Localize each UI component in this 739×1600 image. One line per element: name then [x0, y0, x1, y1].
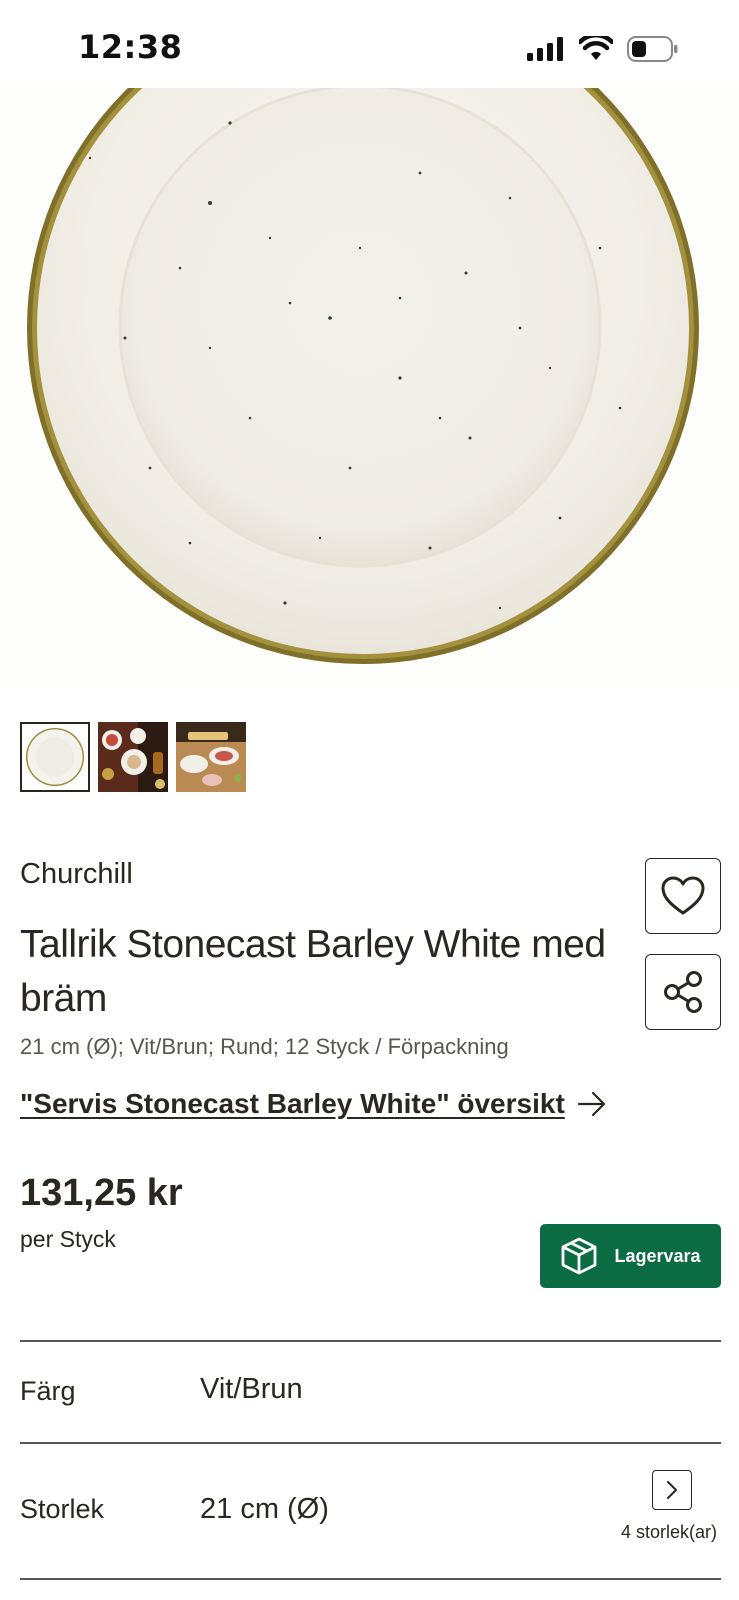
- thumbnail-plate-white[interactable]: [20, 722, 90, 792]
- plate-illustration: [0, 88, 739, 688]
- product-title: Tallrik Stonecast Barley White med bräm: [20, 923, 606, 1020]
- thumbnail-gallery: [20, 722, 246, 792]
- size-count: 4 storlek(ar): [620, 1522, 717, 1542]
- favorite-button[interactable]: [645, 858, 721, 934]
- heart-icon: [661, 876, 705, 915]
- series-overview-link[interactable]: "Servis Stonecast Barley White" översikt: [20, 1088, 607, 1120]
- size-selector-button[interactable]: [652, 1470, 692, 1510]
- share-button[interactable]: [645, 954, 721, 1030]
- thumbnail-table-setting-wood[interactable]: [176, 722, 246, 792]
- share-icon: [664, 971, 702, 1013]
- color-value: Vit/Brun: [200, 1373, 303, 1405]
- stock-status-label: Lagervara: [614, 1245, 701, 1266]
- price-unit: per Styck: [20, 1226, 116, 1252]
- product-hero-image[interactable]: [0, 88, 739, 688]
- size-label: Storlek: [20, 1494, 105, 1524]
- color-label: Färg: [20, 1376, 76, 1406]
- divider: [20, 1578, 721, 1580]
- box-icon: [562, 1237, 597, 1275]
- product-brand[interactable]: Churchill: [20, 858, 133, 891]
- table-setting-thumbnail-icon: [98, 722, 168, 792]
- table-setting-wood-thumbnail-icon: [176, 722, 246, 792]
- battery-icon: [627, 36, 678, 62]
- size-value: 21 cm (Ø): [200, 1493, 329, 1525]
- series-overview-label: "Servis Stonecast Barley White" översikt: [20, 1088, 565, 1119]
- status-time: 12:38: [78, 28, 183, 66]
- product-price: 131,25 kr: [20, 1172, 183, 1214]
- status-bar: 12:38: [0, 0, 739, 88]
- chevron-right-icon: [667, 1481, 677, 1499]
- plate-thumbnail-icon: [24, 726, 86, 788]
- stock-status-badge: Lagervara: [540, 1224, 721, 1288]
- thumbnail-table-setting-dark[interactable]: [98, 722, 168, 792]
- status-icons: [527, 36, 679, 62]
- divider: [20, 1442, 721, 1444]
- product-specs: 21 cm (Ø); Vit/Brun; Rund; 12 Styck / Fö…: [20, 1034, 509, 1059]
- divider: [20, 1340, 721, 1342]
- arrow-right-icon: [577, 1091, 605, 1117]
- wifi-icon: [579, 36, 613, 60]
- signal-icon: [527, 37, 563, 61]
